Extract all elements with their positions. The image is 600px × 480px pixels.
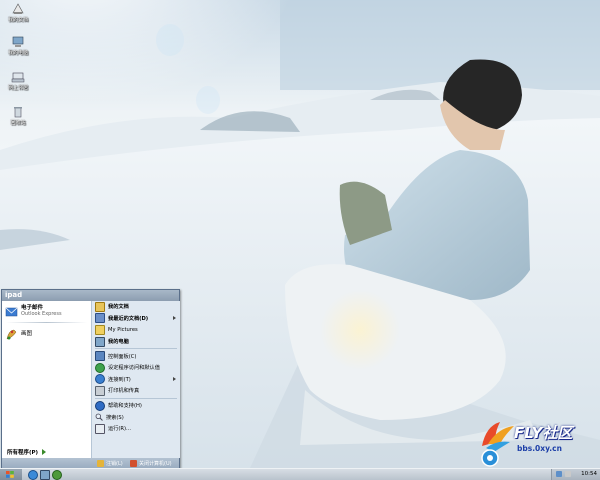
pictures-icon (95, 324, 105, 335)
ie-icon[interactable] (28, 470, 38, 480)
start-button[interactable] (0, 469, 22, 480)
menu-item-my-documents[interactable]: 我的文档 (92, 301, 180, 313)
control-panel-icon (95, 351, 105, 362)
fly-community-watermark: FLY社区 bbs.0xy.cn (476, 420, 598, 468)
menu-item-run[interactable]: 运行(R)... (92, 423, 180, 435)
shutdown-icon (130, 460, 137, 467)
shutdown-button[interactable]: 关闭计算机(U) (130, 459, 172, 468)
menu-item-program-access[interactable]: 设定程序访问和默认值 (92, 362, 180, 374)
submenu-arrow-icon (173, 376, 176, 381)
network-icon (11, 72, 25, 83)
watermark-url: bbs.0xy.cn (517, 444, 562, 453)
start-menu: ipad 电子邮件 Outlook Express 画图 所有程序(P) 我的文… (1, 289, 180, 470)
pinned-email-subtitle: Outlook Express (21, 311, 62, 317)
computer-icon (95, 336, 105, 347)
menu-item-help[interactable]: 帮助和支持(H) (92, 400, 180, 412)
logoff-icon (97, 460, 104, 467)
paint-icon (6, 329, 17, 339)
system-tray: 10:54 (551, 469, 600, 480)
menu-item-printers[interactable]: 打印机和传真 (92, 385, 180, 397)
start-menu-right-pane: 我的文档 我最近的文档(D) My Pictures 我的电脑 控制面板(C) … (91, 301, 180, 458)
separator (95, 397, 177, 399)
all-programs-button[interactable]: 所有程序(P) (2, 446, 91, 457)
recycle-bin-icon (14, 107, 22, 118)
watermark-title: FLY社区 (514, 424, 573, 442)
printer-icon (95, 385, 105, 396)
windows-flag-icon (6, 471, 14, 478)
media-icon[interactable] (52, 470, 62, 480)
run-icon (95, 423, 105, 434)
menu-item-my-computer[interactable]: 我的电脑 (92, 336, 180, 348)
menu-item-connect-to[interactable]: 连接到(T) (92, 374, 180, 386)
desktop-icon[interactable] (40, 470, 50, 480)
help-icon (95, 400, 105, 411)
desktop-icon-network[interactable]: 网上邻居 (2, 70, 34, 91)
volume-icon[interactable] (565, 471, 571, 477)
desktop-icon-my-documents[interactable]: 我的文档 (2, 2, 34, 23)
documents-folder-icon (12, 3, 24, 14)
logoff-button[interactable]: 注销(L) (97, 459, 123, 468)
documents-icon (95, 301, 105, 312)
separator (6, 322, 87, 323)
all-programs-label: 所有程序(P) (7, 449, 39, 456)
clock[interactable]: 10:54 (581, 470, 597, 479)
program-access-icon (95, 362, 105, 373)
green-arrow-icon (42, 448, 47, 455)
search-icon (95, 413, 103, 421)
menu-item-control-panel[interactable]: 控制面板(C) (92, 350, 180, 362)
connect-icon (95, 374, 105, 385)
menu-item-my-pictures[interactable]: My Pictures (92, 324, 180, 336)
network-tray-icon[interactable] (556, 471, 562, 477)
menu-item-recent-documents[interactable]: 我最近的文档(D) (92, 313, 180, 325)
pinned-email[interactable]: 电子邮件 Outlook Express (2, 301, 91, 321)
pinned-paint[interactable]: 画图 (2, 324, 91, 344)
submenu-arrow-icon (173, 315, 176, 320)
user-name: ipad (2, 290, 179, 301)
computer-icon (12, 36, 24, 47)
email-icon (5, 307, 18, 316)
start-menu-left-pane: 电子邮件 Outlook Express 画图 所有程序(P) (2, 301, 91, 458)
recent-docs-icon (95, 313, 105, 324)
desktop-icon-recycle-bin[interactable]: 回收站 (2, 105, 34, 126)
taskbar: 10:54 (0, 468, 600, 480)
menu-item-search[interactable]: 搜索(S) (92, 411, 180, 423)
desktop-icon-my-computer[interactable]: 我的电脑 (2, 35, 34, 56)
separator (95, 348, 177, 350)
fly-logo-icon (481, 422, 514, 467)
pinned-paint-title: 画图 (21, 331, 33, 337)
